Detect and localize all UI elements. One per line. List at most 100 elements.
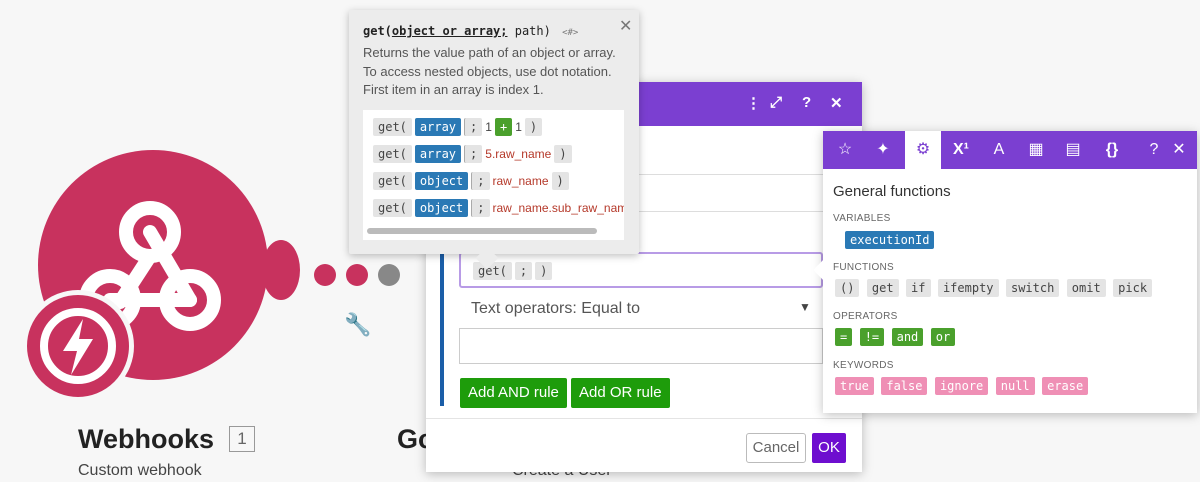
type-token: object [414, 199, 469, 217]
section-label: OPERATORS [833, 311, 898, 322]
gear-icon[interactable]: ⚙ [905, 131, 941, 169]
fn-name: get( [363, 24, 392, 38]
comparison-value-field[interactable] [459, 328, 823, 364]
keyword-chip[interactable]: true [835, 377, 874, 395]
code-badge: <#> [562, 28, 579, 38]
example-row: get(array; 1 +1) [373, 118, 545, 136]
operator-chip[interactable]: or [930, 328, 956, 346]
connector-dot [314, 264, 336, 286]
operators-list: = != and or [835, 328, 958, 346]
function-chip[interactable]: get [866, 279, 899, 297]
function-chip[interactable]: switch [1005, 279, 1060, 297]
connector-dot [378, 264, 400, 286]
variable-chip[interactable]: executionId [845, 231, 935, 249]
calendar-icon[interactable]: ▦ [1018, 131, 1054, 169]
separator-token: ; [464, 145, 483, 163]
path-text: raw_name.sub_raw_name [492, 201, 625, 215]
superscript-icon[interactable]: X¹ [943, 131, 979, 169]
operator-value: Text operators: Equal to [471, 300, 640, 317]
function-chip[interactable]: pick [1113, 279, 1153, 297]
sparkle-icon[interactable]: ✦ [865, 131, 901, 169]
get-token: get( [373, 145, 412, 163]
expand-icon[interactable]: ⤢ [770, 94, 782, 111]
operator-select[interactable]: Text operators: Equal to ▼ [459, 294, 823, 324]
tooltip-signature: get(object or array; path) <#> [363, 24, 578, 38]
panel-toolbar: ☆ ✦ ⚙ X¹ A ▦ ▤ {} ? ✕ [823, 131, 1197, 169]
functions-panel: ☆ ✦ ⚙ X¹ A ▦ ▤ {} ? ✕ General functions … [813, 131, 1197, 413]
value-text: 1 [485, 120, 492, 134]
type-token: object [414, 172, 469, 190]
variables-list: executionId [845, 231, 937, 249]
help-icon[interactable]: ? [802, 94, 811, 111]
add-and-rule-button[interactable]: Add AND rule [460, 378, 567, 408]
operator-chip[interactable]: = [835, 328, 853, 346]
example-row: get(object; raw_name.sub_raw_name [373, 199, 624, 217]
ok-button[interactable]: OK [812, 433, 846, 463]
separator-token[interactable]: ; [514, 262, 533, 280]
get-token: get( [373, 118, 412, 136]
tooltip-description: Returns the value path of an object or a… [363, 45, 616, 97]
text-icon[interactable]: A [981, 131, 1017, 169]
close-paren-token[interactable]: ) [535, 262, 553, 280]
function-tooltip: get(object or array; path) <#> ✕ Returns… [349, 10, 639, 270]
function-chip[interactable]: () [835, 279, 860, 297]
module-title: Webhooks [78, 424, 215, 454]
fn-tail: path) [507, 24, 551, 38]
lightning-icon [40, 308, 116, 384]
separator-token: ; [471, 199, 490, 217]
section-label: KEYWORDS [833, 360, 894, 371]
type-token: array [414, 118, 462, 136]
get-token: get( [373, 199, 412, 217]
get-token[interactable]: get( [473, 262, 512, 280]
functions-list: () get if ifempty switch omit pick [835, 279, 1155, 297]
function-chip[interactable]: ifempty [937, 279, 999, 297]
instant-trigger-badge [22, 290, 134, 402]
wrench-icon[interactable]: 🔧 [344, 312, 371, 338]
connector-dot [346, 264, 368, 286]
operator-token: + [494, 118, 513, 136]
operator-chip[interactable]: and [891, 328, 924, 346]
star-icon[interactable]: ☆ [827, 131, 863, 169]
fn-arg: object or array; [391, 24, 508, 38]
more-options-icon[interactable]: ⋮ [746, 94, 761, 112]
close-icon[interactable]: ✕ [1161, 131, 1197, 169]
section-label: FUNCTIONS [833, 262, 895, 273]
function-chip[interactable]: omit [1066, 279, 1106, 297]
horizontal-scrollbar[interactable] [367, 228, 597, 234]
path-text: raw_name [492, 174, 549, 188]
operator-chip[interactable]: != [859, 328, 885, 346]
get-token: get( [373, 172, 412, 190]
chevron-down-icon: ▼ [799, 300, 811, 314]
close-paren-token: ) [554, 145, 572, 163]
module-count-badge: 1 [229, 426, 255, 452]
close-paren-token: ) [551, 172, 569, 190]
keyword-chip[interactable]: erase [1042, 377, 1089, 395]
condition-expression-field[interactable]: get(;) [459, 252, 823, 288]
keyword-chip[interactable]: null [995, 377, 1035, 395]
braces-icon[interactable]: {} [1094, 131, 1130, 169]
close-icon[interactable]: ✕ [830, 94, 843, 112]
examples-panel: get(array; 1 +1) get(array; 5.raw_name) get… [363, 110, 624, 240]
close-paren-token: ) [524, 118, 543, 136]
separator-token: ; [471, 172, 490, 190]
path-text: 5.raw_name [485, 147, 552, 161]
type-token: array [414, 145, 462, 163]
section-label: VARIABLES [833, 213, 891, 224]
function-chip[interactable]: if [906, 279, 931, 297]
example-row: get(object; raw_name) [373, 172, 572, 190]
value-text: 1 [515, 120, 522, 134]
module-subtitle: Custom webhook [78, 462, 202, 479]
tooltip-close-icon[interactable]: ✕ [619, 16, 632, 36]
keyword-chip[interactable]: ignore [934, 377, 989, 395]
connector-handle[interactable] [262, 240, 300, 300]
keywords-list: true false ignore null erase [835, 377, 1091, 395]
keyword-chip[interactable]: false [881, 377, 928, 395]
cancel-button[interactable]: Cancel [746, 433, 806, 463]
condition-bar [440, 234, 444, 406]
add-or-rule-button[interactable]: Add OR rule [571, 378, 670, 408]
panel-title: General functions [833, 183, 951, 200]
table-icon[interactable]: ▤ [1055, 131, 1091, 169]
example-row: get(array; 5.raw_name) [373, 145, 575, 163]
separator-token: ; [464, 118, 483, 136]
footer-divider [426, 418, 862, 419]
